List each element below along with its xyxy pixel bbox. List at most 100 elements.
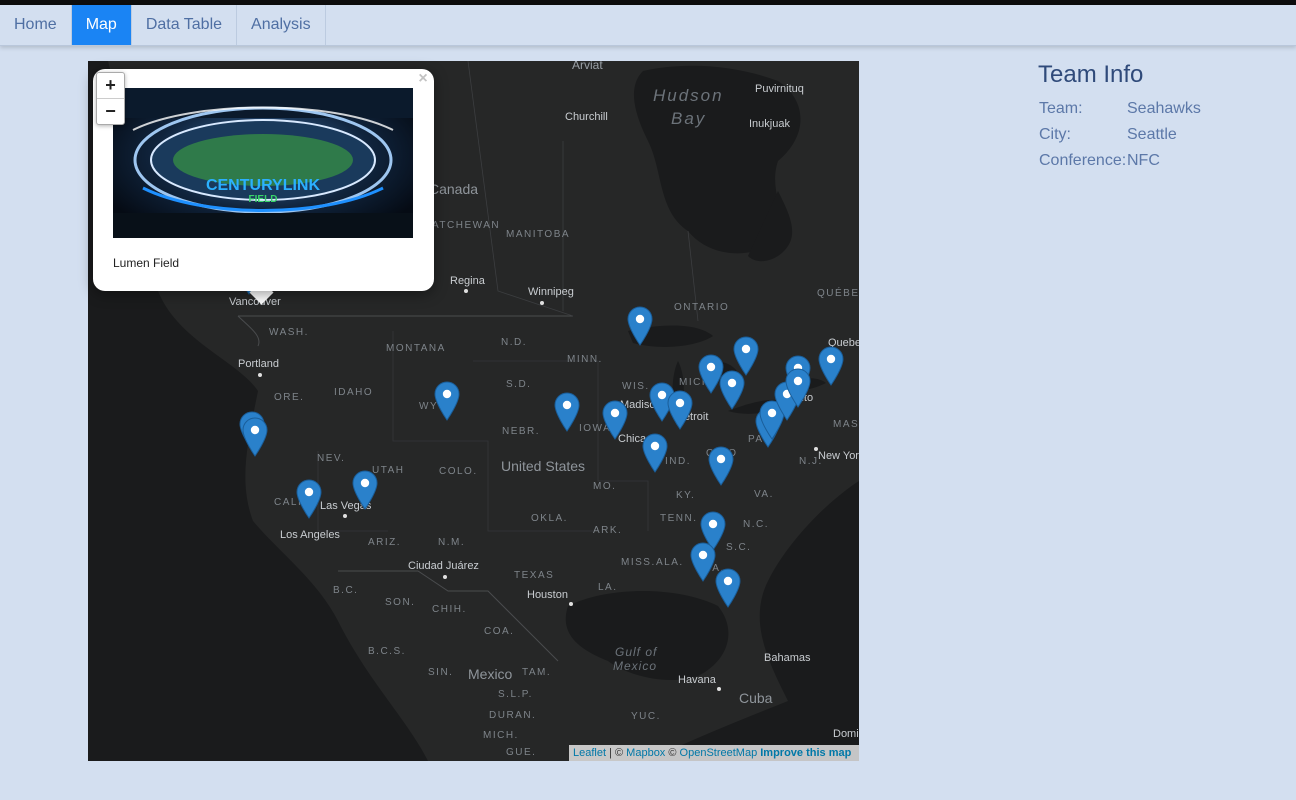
nav-map[interactable]: Map bbox=[71, 5, 132, 45]
map-label-manitoba: MANITOBA bbox=[506, 229, 571, 240]
map-label-sd: S.D. bbox=[506, 379, 532, 390]
map-label-gue: GUE. bbox=[506, 747, 537, 758]
stadium-marker-icon[interactable] bbox=[627, 306, 653, 346]
stadium-marker-icon[interactable] bbox=[708, 446, 734, 486]
map-label-mich-mx: MICH. bbox=[483, 730, 519, 741]
popup-close-button[interactable]: × bbox=[416, 71, 430, 87]
nav-data-table[interactable]: Data Table bbox=[132, 5, 238, 45]
leaflet-link[interactable]: Leaflet bbox=[573, 747, 606, 759]
map-label-ontario: ONTARIO bbox=[674, 302, 730, 313]
stadium-marker-icon[interactable] bbox=[642, 433, 668, 473]
map-label-los-angeles: Los Angeles bbox=[280, 529, 340, 541]
map-label-nebr: NEBR. bbox=[502, 426, 541, 437]
city-value: Seattle bbox=[1127, 126, 1177, 143]
map-label-tenn: TENN. bbox=[660, 513, 698, 524]
nav-analysis[interactable]: Analysis bbox=[237, 5, 326, 45]
map-dot-portland bbox=[258, 373, 262, 377]
map-label-tam: TAM. bbox=[522, 667, 552, 678]
map-label-houston: Houston bbox=[527, 589, 568, 601]
map-dot-havana bbox=[717, 687, 721, 691]
stadium-marker-icon[interactable] bbox=[242, 417, 268, 457]
map-label-coa: COA. bbox=[484, 626, 515, 637]
stadium-marker-icon[interactable] bbox=[785, 368, 811, 408]
map-label-la: LA. bbox=[598, 582, 618, 593]
map-label-mexico: Mexico bbox=[468, 666, 513, 682]
map-label-united-states: United States bbox=[501, 458, 586, 474]
map-label-arviat: Arviat bbox=[572, 61, 603, 72]
map-dot-houston bbox=[569, 602, 573, 606]
city-label: City: bbox=[1039, 126, 1071, 143]
osm-link[interactable]: OpenStreetMap bbox=[680, 747, 758, 759]
map-label-havana: Havana bbox=[678, 674, 716, 686]
map-label-okla: OKLA. bbox=[531, 513, 568, 524]
navbar: Home Map Data Table Analysis bbox=[0, 5, 1296, 46]
map-label-idaho: IDAHO bbox=[334, 387, 374, 398]
map-label-bay: Bay bbox=[671, 109, 707, 128]
map-label-inukjuak: Inukjuak bbox=[749, 118, 790, 130]
stadium-marker-icon[interactable] bbox=[733, 336, 759, 376]
stadium-marker-icon[interactable] bbox=[818, 346, 844, 386]
conference-label: Conference: bbox=[1039, 152, 1127, 169]
stadium-photo-illustration: CENTURYLINK FIELD bbox=[113, 88, 413, 238]
conference-value: NFC bbox=[1127, 152, 1160, 169]
map-label-bc: B.C. bbox=[333, 585, 359, 596]
stadium-sign-text: CENTURYLINK bbox=[206, 177, 321, 194]
map-label-miss: MISS. bbox=[621, 557, 656, 568]
map-label-mo: MO. bbox=[593, 481, 617, 492]
zoom-control: + − bbox=[96, 72, 125, 125]
map-attribution: Leaflet | © Mapbox © OpenStreetMap Impro… bbox=[569, 745, 859, 761]
stadium-marker-icon[interactable] bbox=[602, 400, 628, 440]
map-label-wis: WIS. bbox=[622, 381, 650, 392]
map-label-churchill: Churchill bbox=[565, 111, 608, 123]
map-label-dominica: Domi bbox=[833, 728, 859, 740]
map-label-nd: N.D. bbox=[501, 337, 527, 348]
map-label-cuba: Cuba bbox=[739, 690, 773, 706]
stadium-marker-icon[interactable] bbox=[667, 390, 693, 430]
team-value: Seahawks bbox=[1127, 100, 1201, 117]
map-dot-las-vegas bbox=[343, 514, 347, 518]
map-label-nc: N.C. bbox=[743, 519, 769, 530]
map-label-canada: Canada bbox=[429, 181, 479, 197]
map-label-bahamas: Bahamas bbox=[764, 652, 811, 664]
map-label-hudson: Hudson bbox=[653, 86, 724, 105]
map-label-ky: KY. bbox=[676, 490, 696, 501]
team-info-title: Team Info bbox=[1038, 61, 1144, 88]
map-label-gulf-mexico: Mexico bbox=[613, 659, 658, 673]
map-label-puvirnituq: Puvirnituq bbox=[755, 83, 804, 95]
stadium-marker-icon[interactable] bbox=[715, 568, 741, 608]
zoom-out-button[interactable]: − bbox=[97, 98, 124, 124]
map-label-minn: MINN. bbox=[567, 354, 603, 365]
map-dot-winnipeg bbox=[540, 301, 544, 305]
stadium-marker-icon[interactable] bbox=[554, 392, 580, 432]
mapbox-link[interactable]: Mapbox bbox=[626, 747, 665, 759]
map-label-winnipeg: Winnipeg bbox=[528, 286, 574, 298]
popup-caption: Lumen Field bbox=[113, 256, 180, 270]
map-label-yuc: YUC. bbox=[631, 711, 661, 722]
map-label-nev: NEV. bbox=[317, 453, 346, 464]
map-label-portland: Portland bbox=[238, 358, 279, 370]
improve-map-link[interactable]: Improve this map bbox=[760, 747, 851, 759]
map-label-bcs: B.C.S. bbox=[368, 646, 406, 657]
conference-row: Conference:NFC bbox=[1039, 152, 1160, 170]
attribution-sep-2: © bbox=[665, 747, 680, 759]
map-dot-ciudad-juarez bbox=[443, 575, 447, 579]
stadium-marker-icon[interactable] bbox=[434, 381, 460, 421]
nav-home[interactable]: Home bbox=[0, 5, 72, 45]
stadium-marker-icon[interactable] bbox=[690, 542, 716, 582]
map-label-wash: WASH. bbox=[269, 327, 309, 338]
map-label-chih: CHIH. bbox=[432, 604, 467, 615]
map-label-new-york: New Yor bbox=[818, 450, 859, 462]
map-label-colo: COLO. bbox=[439, 466, 478, 477]
stadium-marker-icon[interactable] bbox=[296, 479, 322, 519]
map-label-montana: MONTANA bbox=[386, 343, 446, 354]
map-label-ark: ARK. bbox=[593, 525, 623, 536]
map-dot-new-york bbox=[814, 447, 818, 451]
map-label-ala: ALA. bbox=[656, 557, 684, 568]
map-label-texas: TEXAS bbox=[514, 570, 555, 581]
map-label-quebec: QUÉBEC bbox=[817, 288, 859, 299]
stadium-marker-icon[interactable] bbox=[352, 470, 378, 510]
zoom-in-button[interactable]: + bbox=[97, 73, 124, 98]
map-label-ciudad-juarez: Ciudad Juárez bbox=[408, 560, 479, 572]
map-label-ariz: ARIZ. bbox=[368, 537, 402, 548]
team-label: Team: bbox=[1039, 100, 1083, 117]
